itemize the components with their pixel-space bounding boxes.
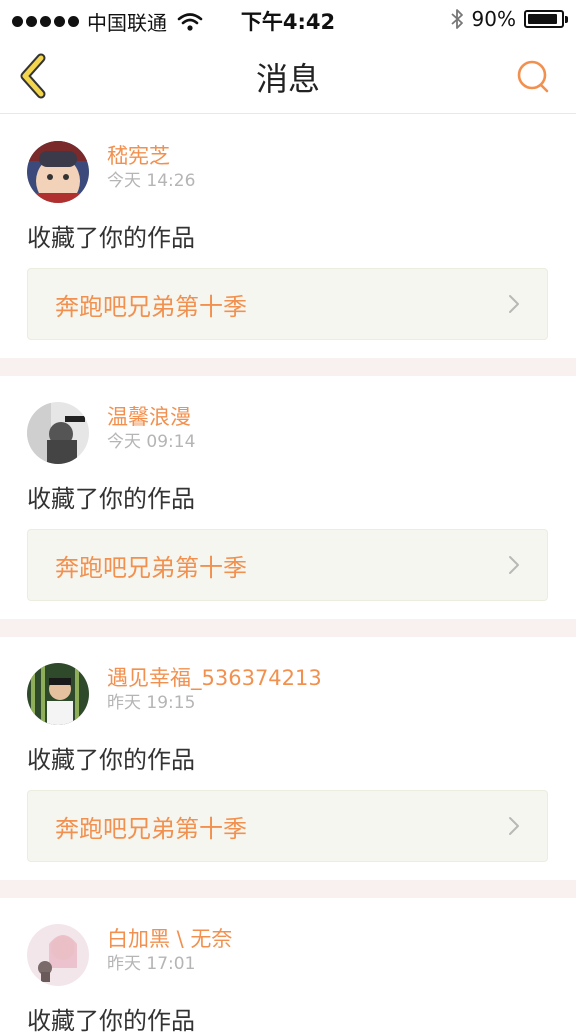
message-item: 嵇宪芝 今天 14:26 收藏了你的作品 奔跑吧兄弟第十季	[0, 115, 576, 376]
message-item: 白加黑 \ 无奈 昨天 17:01 收藏了你的作品	[0, 898, 576, 1036]
message-item: 遇见幸福_536374213 昨天 19:15 收藏了你的作品 奔跑吧兄弟第十季	[0, 637, 576, 898]
action-text: 收藏了你的作品	[27, 1007, 195, 1035]
message-item: 温馨浪漫 今天 09:14 收藏了你的作品 奔跑吧兄弟第十季	[0, 376, 576, 637]
action-text: 收藏了你的作品	[27, 746, 195, 774]
status-right: 90%	[450, 7, 568, 31]
avatar[interactable]	[27, 924, 89, 986]
work-link[interactable]: 奔跑吧兄弟第十季	[27, 529, 548, 601]
chevron-right-icon	[509, 556, 519, 574]
chevron-right-icon	[509, 817, 519, 835]
action-text: 收藏了你的作品	[27, 485, 195, 513]
username[interactable]: 温馨浪漫	[107, 404, 195, 430]
page-title: 消息	[255, 60, 320, 98]
timestamp: 今天 14:26	[107, 171, 196, 191]
status-bar: 中国联通 下午4:42 90%	[0, 0, 576, 40]
timestamp: 昨天 17:01	[107, 954, 196, 974]
battery-percent: 90%	[471, 7, 516, 31]
search-icon[interactable]	[514, 57, 554, 97]
section-divider	[0, 880, 576, 898]
section-divider	[0, 358, 576, 376]
chevron-right-icon	[509, 295, 519, 313]
section-divider	[0, 619, 576, 637]
bluetooth-icon	[450, 9, 463, 29]
username[interactable]: 嵇宪芝	[107, 143, 195, 169]
battery-icon	[524, 10, 568, 28]
work-link[interactable]: 奔跑吧兄弟第十季	[27, 268, 548, 340]
action-text: 收藏了你的作品	[27, 224, 195, 252]
battery-fill	[528, 14, 557, 24]
timestamp: 昨天 19:15	[107, 693, 196, 713]
avatar[interactable]	[27, 663, 89, 725]
work-title: 奔跑吧兄弟第十季	[55, 814, 247, 843]
message-list: 嵇宪芝 今天 14:26 收藏了你的作品 奔跑吧兄弟第十季 温馨浪漫 今天 09…	[0, 115, 576, 1036]
username[interactable]: 遇见幸福_536374213	[107, 665, 322, 691]
nav-bar: 消息	[0, 40, 576, 114]
avatar[interactable]	[27, 141, 89, 203]
work-link[interactable]: 奔跑吧兄弟第十季	[27, 790, 548, 862]
work-title: 奔跑吧兄弟第十季	[55, 553, 247, 582]
work-title: 奔跑吧兄弟第十季	[55, 292, 247, 321]
username[interactable]: 白加黑 \ 无奈	[107, 926, 232, 952]
avatar[interactable]	[27, 402, 89, 464]
timestamp: 今天 09:14	[107, 432, 196, 452]
